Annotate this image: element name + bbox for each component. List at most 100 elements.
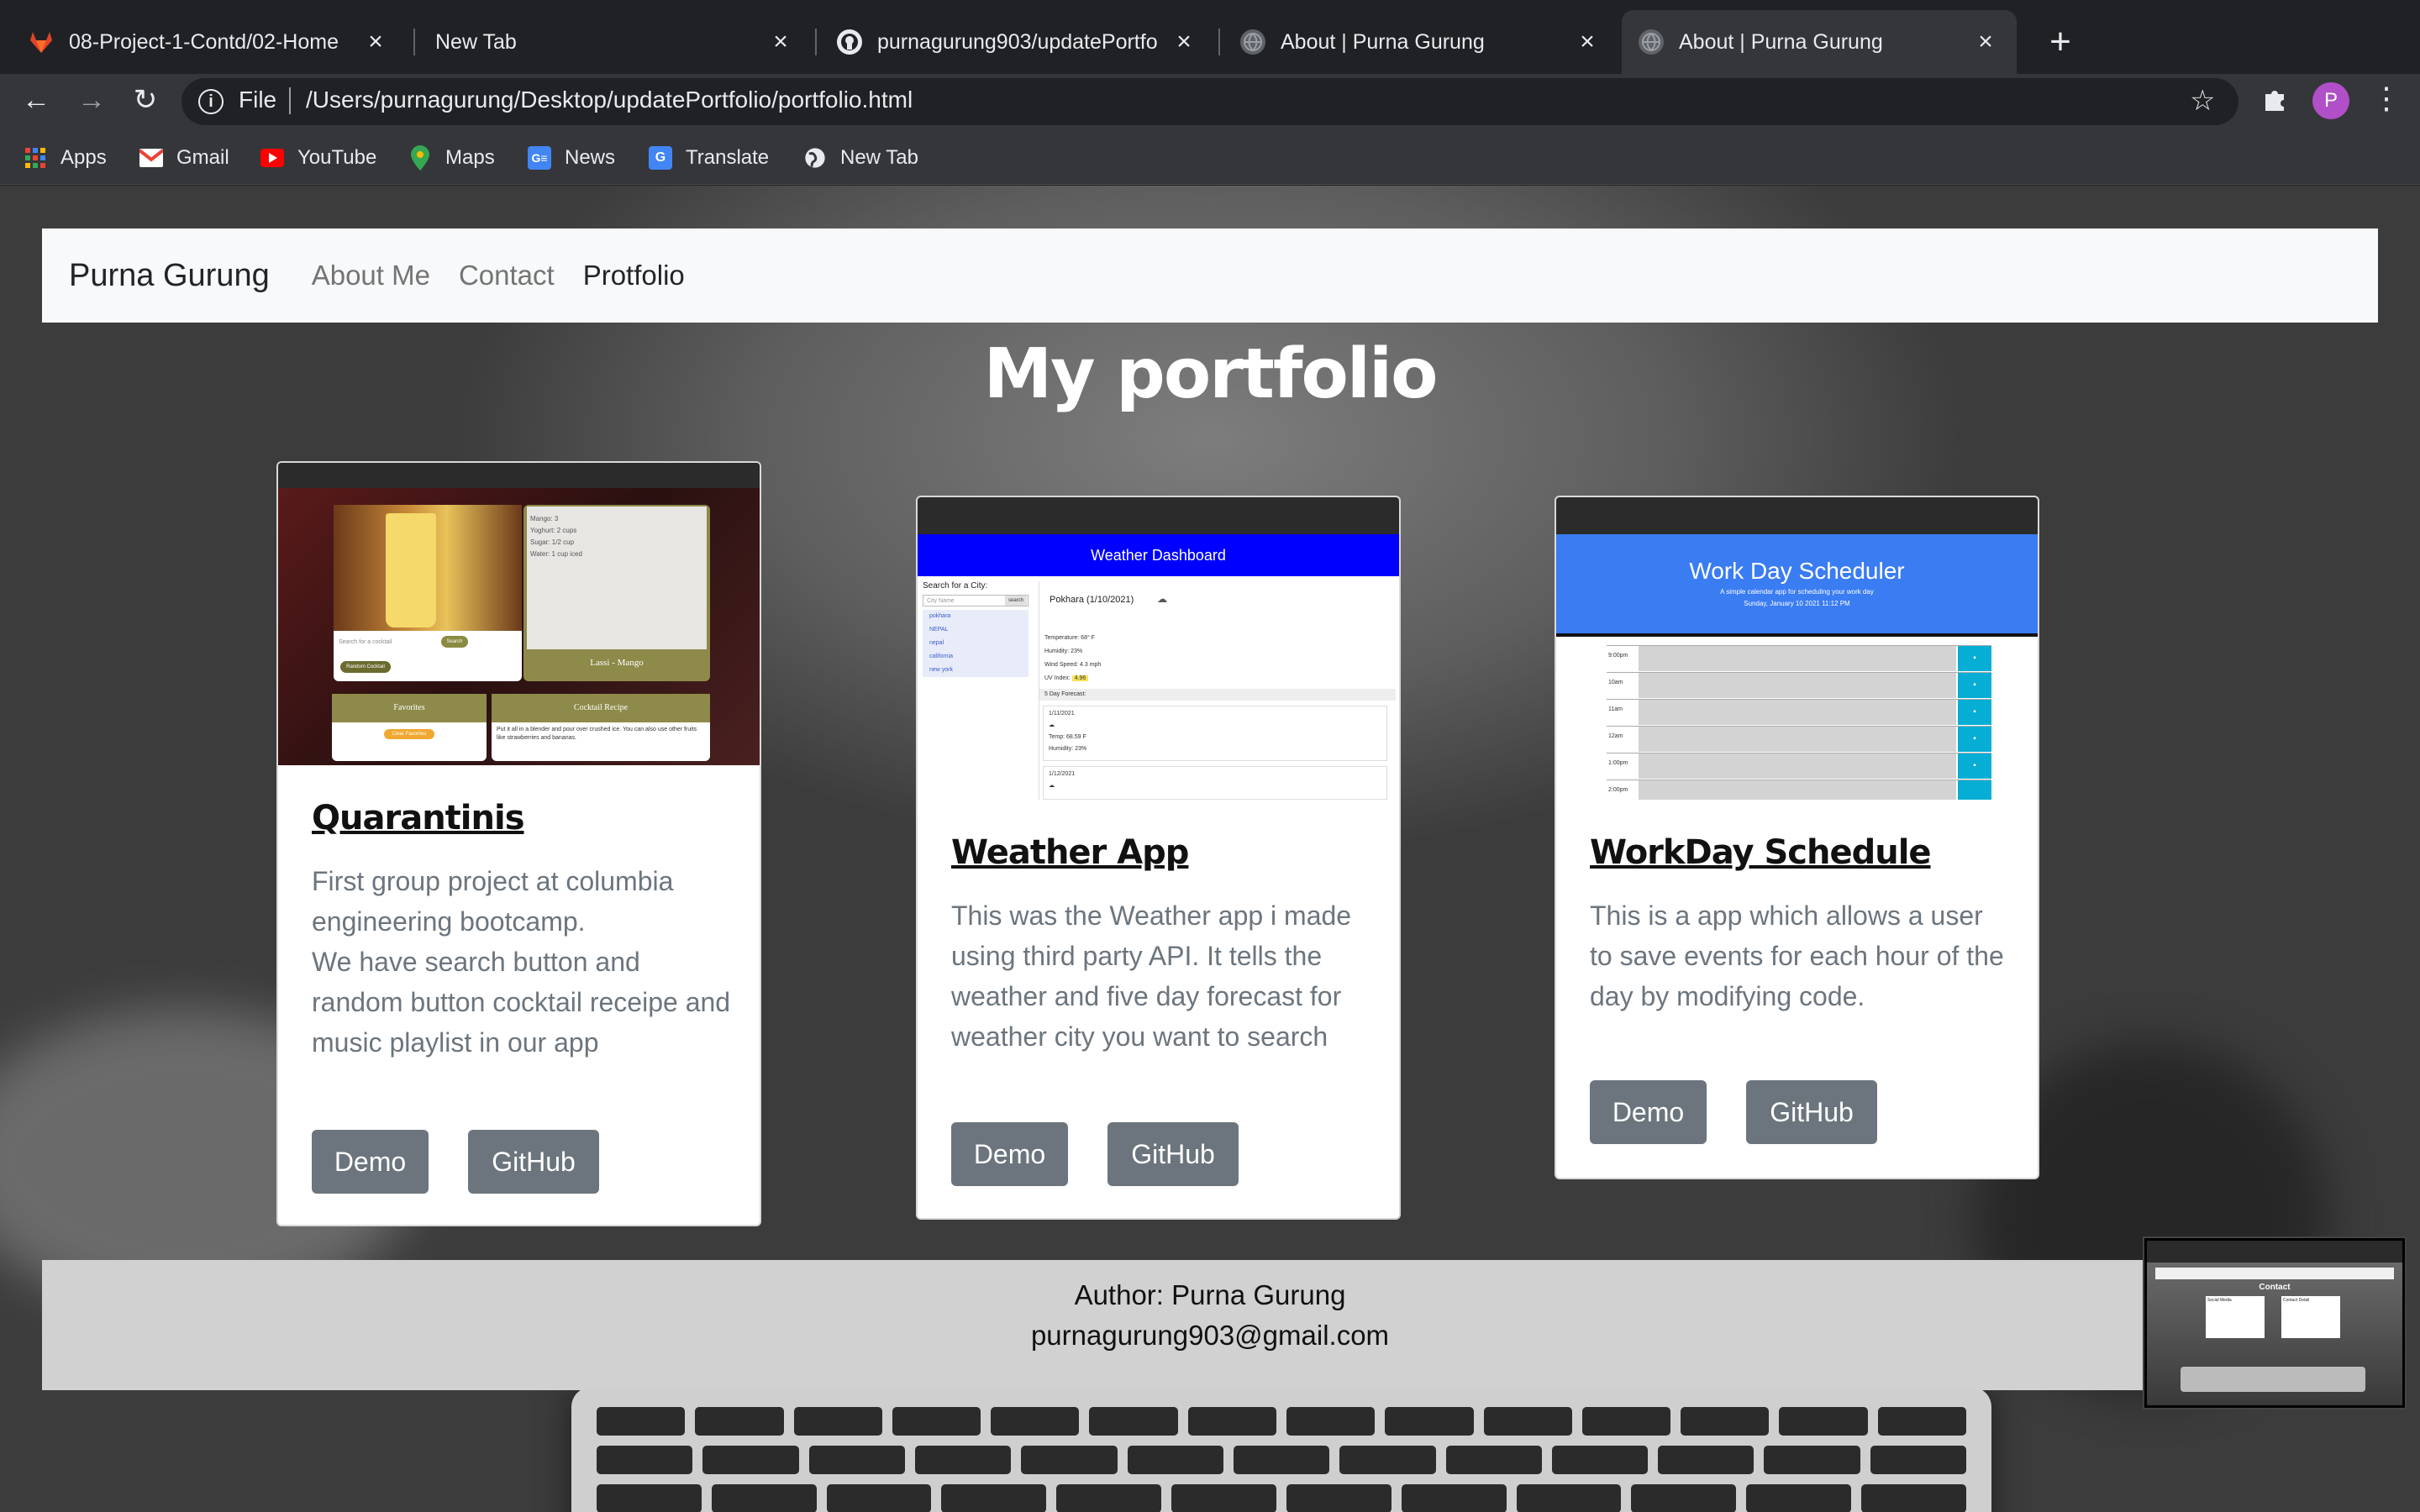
globe-icon (803, 146, 827, 170)
background-keyboard (571, 1387, 1991, 1512)
bookmark-gmail[interactable]: Gmail (139, 143, 229, 173)
bookmark-translate[interactable]: G Translate (649, 143, 769, 173)
url-text[interactable]: /Users/purnagurung/Desktop/updatePortfol… (306, 87, 913, 113)
project-title-link[interactable]: Quarantinis (312, 799, 524, 837)
thumbnail-results: Pokhara (1/10/2021) ☁ Temperature: 68° F… (1039, 581, 1396, 800)
preview-navbar (2155, 1268, 2394, 1279)
gmail-icon (139, 146, 163, 170)
nav-link-portfolio[interactable]: Protfolio (583, 260, 685, 291)
site-navbar: Purna Gurung About Me Contact Protfolio (42, 228, 2378, 323)
tab-title: 08-Project-1-Contd/02-Home (69, 29, 339, 54)
project-title-link[interactable]: WorkDay Schedule (1590, 833, 1932, 872)
close-icon[interactable]: × (766, 28, 795, 56)
thumbnail-favorites-heading: Favorites (332, 694, 487, 722)
project-description: This is a app which allows a user to sav… (1590, 900, 2004, 1011)
tab-title: About | Purna Gurung (1679, 29, 1883, 54)
thumbnail-event-field (1639, 753, 1956, 779)
github-button[interactable]: GitHub (1746, 1080, 1877, 1144)
thumbnail-hour-label: 1:00pm (1608, 760, 1628, 766)
thumbnail-subheader: A simple calendar app for scheduling you… (1720, 588, 1874, 596)
demo-button[interactable]: Demo (951, 1122, 1068, 1186)
thumbnail-forecast-card: 1/12/2021 ☁ (1043, 766, 1387, 800)
bookmark-label: News (565, 146, 616, 169)
bookmark-news[interactable]: G≡ News (528, 143, 615, 173)
thumbnail-cocktail-panel: Cocktail Recipe Put it all in a blender … (492, 694, 710, 761)
info-icon[interactable]: i (198, 89, 224, 114)
close-icon[interactable]: × (1573, 28, 1602, 56)
thumbnail-hour-label: 9:00pm (1608, 653, 1628, 659)
footer-email[interactable]: purnagurung903@gmail.com (42, 1315, 2378, 1356)
thumbnail-recipe-panel: Mango: 3 Yoghurt: 2 cups Sugar: 1/2 cup … (523, 505, 710, 681)
thumbnail-search-panel: Search for a cocktail Search Random Cock… (334, 505, 522, 681)
thumbnail-hour-row: 1:00pm ▪ (1607, 753, 1991, 779)
thumbnail-hour-label: 11am (1608, 706, 1623, 712)
globe-icon (1639, 29, 1664, 55)
thumbnail-hour-row: 10am ▪ (1607, 672, 1991, 698)
thumbnail-header: Weather Dashboard (918, 534, 1399, 576)
ingredient-line: Sugar: 1/2 cup (530, 538, 575, 546)
thumbnail-uv-value: 4.96 (1071, 675, 1089, 681)
save-icon: ▪ (1958, 700, 1991, 725)
project-thumbnail[interactable]: Search for a cocktail Search Random Cock… (278, 463, 760, 765)
tab-4[interactable]: About | Purna Gurung × (1223, 10, 1618, 74)
thumbnail-favorites-panel: Favorites Clear Favorites (332, 694, 487, 761)
nav-link-contact[interactable]: Contact (459, 260, 555, 291)
demo-button[interactable]: Demo (312, 1130, 429, 1194)
site-footer: Author: Purna Gurung purnagurung903@gmai… (42, 1260, 2378, 1390)
close-icon[interactable]: × (1971, 28, 2000, 56)
project-card-workday-schedule: Work Day Scheduler A simple calendar app… (1555, 496, 2039, 1179)
thumbnail-date: Sunday, January 10 2021 11:12 PM (1744, 600, 1850, 607)
bookmark-new-tab[interactable]: New Tab (803, 143, 918, 173)
bookmark-label: Maps (445, 146, 495, 169)
extensions-puzzle-icon[interactable] (2260, 84, 2294, 118)
thumbnail-city-item: california (929, 654, 954, 659)
screen-preview-thumbnail[interactable]: Contact Social Media Contact Detail (2144, 1238, 2405, 1408)
save-icon: ▪ (1958, 673, 1991, 698)
project-thumbnail[interactable]: Weather Dashboard Search for a City: Cit… (918, 497, 1399, 800)
close-icon[interactable]: × (1170, 28, 1198, 56)
preview-panel-social: Social Media (2206, 1296, 2265, 1338)
kebab-menu-icon[interactable]: ⋮ (2371, 81, 2402, 116)
bookmark-label: New Tab (840, 146, 918, 169)
thumbnail-city-item: NEPAL (929, 627, 949, 633)
nav-link-about-me[interactable]: About Me (312, 260, 430, 291)
profile-avatar[interactable]: P (2312, 82, 2349, 119)
thumbnail-stat-line: Temperature: 68° F (1044, 635, 1095, 641)
weather-icon: ☁ (1049, 722, 1055, 728)
thumbnail-current-city: Pokhara (1/10/2021) (1050, 595, 1134, 605)
bookmark-maps[interactable]: Maps (408, 143, 495, 173)
tab-divider (1218, 29, 1220, 55)
tab-3[interactable]: purnagurung903/updatePortfo × (820, 10, 1215, 74)
tab-title: purnagurung903/updatePortfo (877, 29, 1158, 54)
thumbnail-hour-row: 9:00pm ▪ (1607, 645, 1991, 671)
tab-5-active[interactable]: About | Purna Gurung × (1622, 10, 2017, 74)
thumbnail-forecast-label: 5 Day Forecast: (1039, 689, 1396, 701)
thumbnail-event-field (1639, 673, 1956, 698)
close-icon[interactable]: × (361, 28, 390, 56)
tab-1[interactable]: 08-Project-1-Contd/02-Home × (12, 10, 407, 74)
bookmark-apps[interactable]: Apps (24, 143, 107, 173)
bookmark-label: Apps (60, 146, 107, 169)
preview-keyboard (2181, 1367, 2365, 1392)
back-arrow-icon[interactable]: ← (13, 77, 59, 123)
tab-2[interactable]: New Tab × (418, 10, 812, 74)
save-icon: ▪ (1958, 727, 1991, 752)
github-button[interactable]: GitHub (468, 1130, 599, 1194)
thumbnail-uv-label: UV Index: (1044, 675, 1071, 681)
project-title-link[interactable]: Weather App (951, 833, 1189, 872)
save-icon (1958, 780, 1991, 800)
page-title: My portfolio (983, 334, 1439, 414)
bookmark-star-icon[interactable]: ☆ (2190, 84, 2215, 118)
tab-divider (815, 29, 817, 55)
navbar-brand[interactable]: Purna Gurung (69, 258, 270, 294)
forward-arrow-icon[interactable]: → (69, 77, 114, 123)
new-tab-button[interactable]: + (2037, 18, 2084, 66)
scheme-label: File (239, 87, 277, 113)
thumbnail-hour-label: 10am (1608, 680, 1623, 685)
project-thumbnail[interactable]: Work Day Scheduler A simple calendar app… (1556, 497, 2038, 800)
github-button[interactable]: GitHub (1107, 1122, 1239, 1186)
demo-button[interactable]: Demo (1590, 1080, 1707, 1144)
reload-icon[interactable]: ↻ (123, 77, 168, 123)
thumbnail-clear-button: Clear Favorites (384, 729, 434, 739)
bookmark-youtube[interactable]: YouTube (260, 143, 376, 173)
